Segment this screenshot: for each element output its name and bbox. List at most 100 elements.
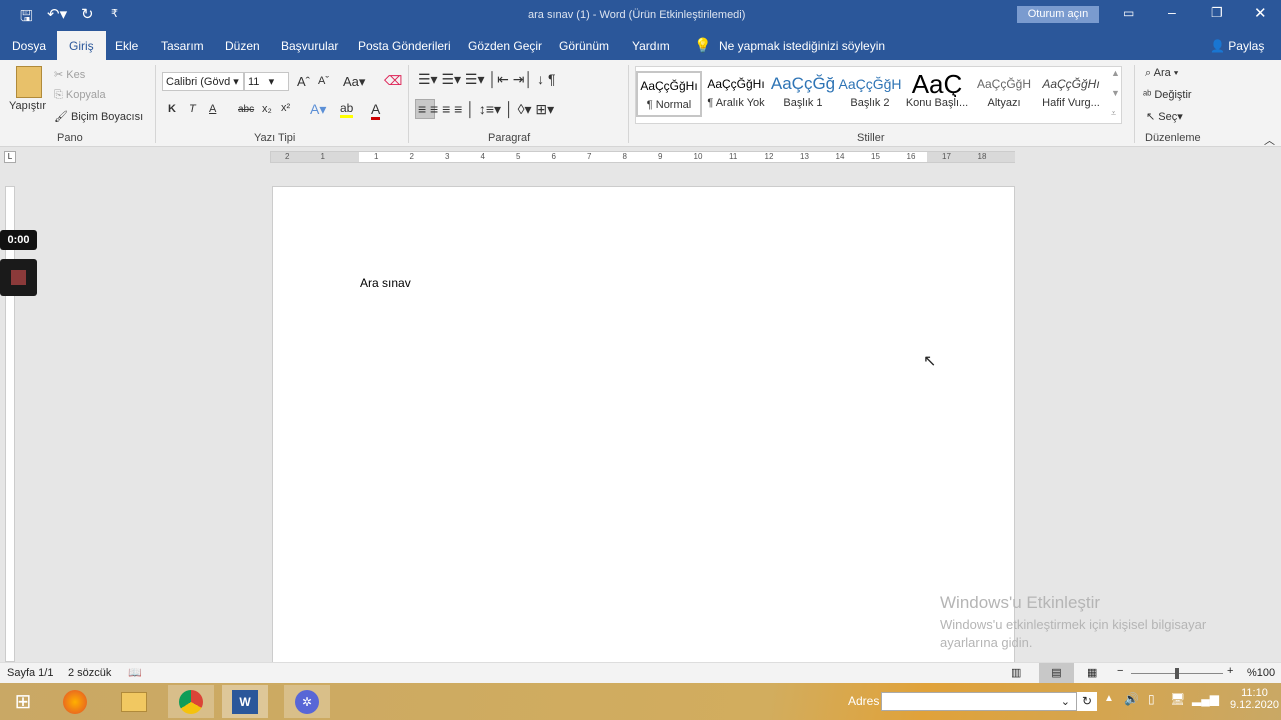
document-page[interactable]: Ara sınav ↖ — [272, 186, 1015, 662]
recorder-stop-button[interactable] — [0, 259, 37, 296]
page-count[interactable]: Sayfa 1/1 — [7, 667, 53, 679]
shrink-font-icon[interactable]: Aˇ — [318, 75, 329, 87]
ruler-tick-label: 1 — [374, 152, 379, 161]
zoom-in-button[interactable]: + — [1227, 665, 1233, 677]
restore-button[interactable]: ❐ — [1211, 5, 1223, 21]
tab-selector[interactable]: L — [4, 151, 16, 163]
word-icon: W — [232, 689, 258, 714]
proofing-icon[interactable]: 📖 — [128, 666, 142, 679]
volume-icon[interactable]: 🔊 — [1124, 692, 1139, 706]
print-layout-icon[interactable]: ▤ — [1039, 663, 1074, 683]
document-text[interactable]: Ara sınav — [360, 276, 411, 290]
windows-icon: ⊞ — [14, 691, 32, 713]
zoom-level[interactable]: %100 — [1247, 667, 1275, 679]
style-subtle-emphasis[interactable]: AaÇçĞğHı Hafif Vurg... — [1038, 71, 1104, 117]
web-layout-icon[interactable]: ▦ — [1087, 666, 1097, 679]
italic-button[interactable]: T — [189, 103, 196, 115]
style-no-spacing[interactable]: AaÇçĞğHı ¶ Aralık Yok — [703, 71, 769, 117]
signal-icon[interactable]: ▂▄▆ — [1192, 692, 1219, 706]
cut-button[interactable]: ✂ Kes — [54, 68, 85, 81]
styles-scroll[interactable]: ▲ ▼ ⩡ — [1111, 68, 1120, 119]
tab-giris[interactable]: Giriş — [57, 31, 106, 60]
font-color-icon[interactable]: A — [371, 101, 381, 120]
tab-ekle[interactable]: Ekle — [115, 39, 138, 53]
change-case-button[interactable]: Aa▾ — [343, 74, 365, 90]
tab-basvurular[interactable]: Başvurular — [281, 39, 338, 53]
copy-button[interactable]: ⎘ Kopyala — [54, 89, 106, 102]
horizontal-ruler[interactable]: 2 1 1 2 3 4 5 6 7 8 9 10 11 12 13 14 15 16 17 18 — [270, 151, 1015, 163]
underline-button[interactable]: A — [209, 103, 216, 115]
tab-tasarim[interactable]: Tasarım — [161, 39, 204, 53]
taskbar-recorder[interactable]: ✲ — [284, 685, 330, 718]
taskbar: ⊞ W ✲ Adres ⌄ ↻ ▲ 🔊 ▯ 🖥 ▂▄▆ 11:10 9.12.20… — [0, 683, 1281, 720]
close-button[interactable]: ✕ — [1254, 4, 1267, 22]
vertical-ruler[interactable] — [5, 186, 15, 662]
customize-qat-icon[interactable]: ₹ — [111, 7, 118, 20]
align-icons[interactable]: ≡ ≡ ≡ ≡ │ ↕≡▾ │ ◊▾ ⊞▾ — [418, 101, 554, 118]
read-mode-icon[interactable]: ▥ — [1011, 666, 1021, 679]
font-group-label: Yazı Tipi — [254, 132, 296, 144]
grow-font-icon[interactable]: Aˆ — [297, 74, 310, 89]
replace-button[interactable]: ᵃᵇ Değiştir — [1143, 89, 1192, 101]
tab-gorunum[interactable]: Görünüm — [559, 39, 609, 53]
styles-group-label: Stiller — [857, 132, 885, 144]
style-heading-1[interactable]: AaÇçĞğ Başlık 1 — [770, 71, 836, 117]
clear-format-icon[interactable]: ⌫ — [384, 73, 402, 89]
activation-watermark: Windows'u Etkinleştir Windows'u etkinleş… — [940, 593, 1206, 650]
find-button[interactable]: ⌕ Ara ▾ — [1145, 67, 1178, 80]
text-effects-icon[interactable]: A▾ — [310, 101, 326, 118]
taskbar-chrome[interactable] — [168, 685, 214, 718]
battery-icon[interactable]: ▯ — [1148, 692, 1155, 706]
share-button[interactable]: 👤 Paylaş — [1210, 39, 1264, 53]
zoom-slider-thumb[interactable] — [1175, 668, 1179, 679]
taskbar-explorer[interactable] — [111, 685, 157, 718]
tab-dosya[interactable]: Dosya — [12, 39, 46, 53]
taskbar-firefox[interactable] — [52, 685, 98, 718]
undo-icon[interactable]: ↶▾ — [47, 5, 67, 23]
style-subtitle[interactable]: AaÇçĞğH Altyazı — [971, 71, 1037, 117]
clipboard-group-label: Pano — [57, 132, 83, 144]
ruler-tick-label: 16 — [906, 152, 916, 161]
select-button[interactable]: ↖ Seç▾ — [1146, 110, 1183, 123]
style-title[interactable]: AaÇ Konu Başlı... — [904, 71, 970, 117]
tab-yardim[interactable]: Yardım — [632, 39, 670, 53]
title-bar: 🖫 ↶▾ ↻ ₹ ara sınav (1) - Word (Ürün Etki… — [0, 0, 1281, 31]
save-icon[interactable]: 🖫 — [20, 6, 33, 31]
clock[interactable]: 11:10 9.12.2020 — [1230, 687, 1279, 711]
ribbon-display-icon[interactable]: ▭ — [1123, 6, 1134, 20]
ruler-tick-label: 12 — [764, 152, 774, 161]
strikethrough-button[interactable]: abc — [238, 104, 254, 115]
style-heading-2[interactable]: AaÇçĞğH Başlık 2 — [837, 71, 903, 117]
start-button[interactable]: ⊞ — [0, 685, 46, 718]
tab-duzen[interactable]: Düzen — [225, 39, 260, 53]
font-size-select[interactable]: 11 ▾ — [244, 72, 289, 91]
redo-icon[interactable]: ↻ — [81, 5, 94, 23]
superscript-button[interactable]: x² — [281, 102, 290, 114]
sign-in-button[interactable]: Oturum açın — [1017, 6, 1099, 23]
word-count[interactable]: 2 sözcük — [68, 667, 111, 679]
minimize-button[interactable]: – — [1168, 4, 1176, 20]
taskbar-word[interactable]: W — [222, 685, 268, 718]
highlight-icon[interactable]: ab — [340, 101, 354, 118]
paste-icon[interactable] — [16, 66, 42, 98]
tab-gozden-gecir[interactable]: Gözden Geçir — [468, 39, 542, 53]
zoom-out-button[interactable]: − — [1117, 665, 1123, 677]
tab-posta[interactable]: Posta Gönderileri — [358, 39, 451, 53]
style-normal[interactable]: AaÇçĞğHı ¶ Normal — [636, 71, 702, 117]
paste-button[interactable]: Yapıştır — [9, 100, 46, 112]
refresh-icon[interactable]: ↻ — [1077, 692, 1097, 711]
ruler-tick-label: 6 — [551, 152, 556, 161]
subscript-button[interactable]: x₂ — [262, 103, 272, 115]
bullets-icon[interactable]: ☰▾ ☰▾ ☰▾ │⇤ ⇥│ ↓ ¶ — [418, 71, 556, 88]
status-bar: Sayfa 1/1 2 sözcük 📖 ▥ ▤ ▦ − + %100 — [0, 662, 1281, 683]
tell-me-input[interactable]: Ne yapmak istediğinizi söyleyin — [719, 39, 885, 53]
bold-button[interactable]: K — [168, 103, 176, 115]
address-input[interactable]: ⌄ — [881, 692, 1077, 711]
ruler-tick-label: 9 — [658, 152, 663, 161]
network-icon[interactable]: 🖥 — [1170, 692, 1185, 706]
tray-expand-icon[interactable]: ▲ — [1104, 693, 1114, 704]
format-painter-button[interactable]: 🖌 Biçim Boyacısı — [54, 110, 143, 123]
collapse-ribbon-icon[interactable]: ︿ — [1264, 132, 1275, 148]
font-name-select[interactable]: Calibri (Gövd ▾ — [162, 72, 244, 91]
ruler-tick-label: 2 — [409, 152, 414, 161]
